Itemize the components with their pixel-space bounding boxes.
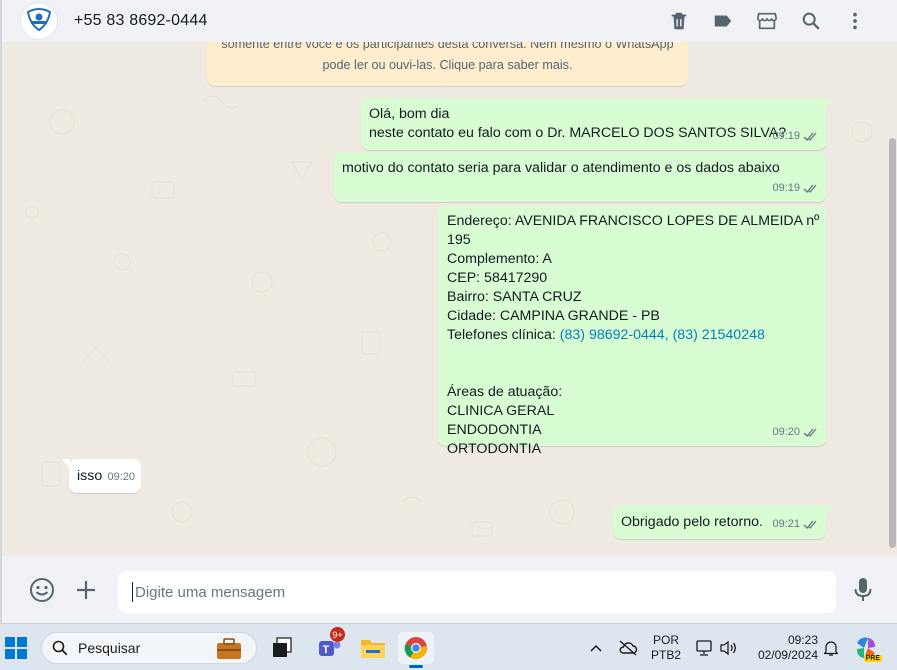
delete-button[interactable] bbox=[657, 0, 701, 42]
message-input[interactable]: Digite uma mensagem bbox=[118, 571, 836, 613]
chat-header[interactable]: +55 83 8692-0444 bbox=[0, 0, 897, 42]
cloud-off-icon bbox=[619, 640, 638, 656]
chrome-icon bbox=[404, 637, 427, 660]
message-bubble[interactable]: motivo do contato seria para validar o a… bbox=[334, 152, 826, 202]
input-language-indicator[interactable]: POR PTB2 bbox=[648, 633, 684, 663]
message-time: 09:19 bbox=[772, 182, 800, 194]
plus-icon bbox=[77, 581, 95, 599]
dental-logo-icon bbox=[26, 8, 52, 32]
svg-text:T: T bbox=[323, 644, 330, 656]
taskbar-app-chrome[interactable] bbox=[398, 632, 434, 668]
taskbar-app-file-explorer[interactable] bbox=[358, 632, 388, 664]
contact-name[interactable]: +55 83 8692-0444 bbox=[74, 12, 208, 30]
clock-date: 02/09/2024 bbox=[757, 648, 818, 662]
keyboard-layout: PTB2 bbox=[650, 648, 681, 662]
message-bubble[interactable]: Obrigado pelo retorno. 09:21 bbox=[613, 505, 833, 539]
copilot-preview-badge: PRE bbox=[863, 655, 882, 662]
notice-line-1: somente entre você e os participantes de… bbox=[221, 42, 674, 51]
message-text: Bairro: SANTA CRUZ bbox=[447, 289, 582, 305]
message-text: Complemento: A bbox=[447, 251, 552, 267]
search-icon bbox=[802, 12, 820, 30]
speaker-icon bbox=[720, 640, 736, 656]
store-icon bbox=[757, 12, 777, 30]
message-text: CEP: 58417290 bbox=[447, 270, 548, 286]
message-time: 09:19 bbox=[772, 130, 800, 142]
message-text: ORTODONTIA bbox=[447, 441, 542, 457]
message-time: 09:21 bbox=[772, 518, 800, 530]
message-list[interactable]: somente entre você e os participantes de… bbox=[0, 42, 897, 556]
contact-avatar[interactable] bbox=[20, 2, 58, 40]
network-button[interactable] bbox=[694, 632, 714, 664]
taskbar-app-task-view[interactable] bbox=[268, 632, 296, 664]
clock-time: 09:23 bbox=[787, 633, 818, 647]
teams-notification-badge: 9+ bbox=[330, 627, 345, 642]
message-text: motivo do contato seria para validar o a… bbox=[342, 160, 780, 176]
folder-icon bbox=[361, 640, 385, 658]
copilot-button[interactable]: PRE bbox=[852, 632, 882, 664]
chat-scrollbar[interactable] bbox=[889, 138, 896, 548]
windows-taskbar: Pesquisar T POR PTB2 09:23 02/09/2024 PR… bbox=[0, 623, 897, 670]
cloud-offline-button[interactable] bbox=[616, 632, 640, 664]
active-app-indicator bbox=[409, 665, 423, 668]
clock[interactable]: 09:23 02/09/2024 bbox=[748, 633, 818, 663]
message-bubble[interactable]: Endereço: AVENIDA FRANCISCO LOPES DE ALM… bbox=[438, 206, 826, 457]
volume-button[interactable] bbox=[718, 632, 738, 664]
menu-icon bbox=[853, 12, 857, 30]
double-check-icon bbox=[803, 520, 817, 529]
attach-button[interactable] bbox=[72, 576, 100, 604]
message-text: Cidade: CAMPINA GRANDE - PB bbox=[447, 308, 660, 324]
message-text: neste contato eu falo com o Dr. MARCELO … bbox=[369, 125, 787, 141]
message-text: Telefones clínica: bbox=[447, 327, 560, 343]
message-time: 09:20 bbox=[772, 426, 800, 438]
phone-link[interactable]: (83) 98692-0444, (83) 21540248 bbox=[560, 327, 765, 343]
network-icon bbox=[696, 640, 712, 656]
notice-line-2: pode ler ou ouvi-las. Clique para saber … bbox=[322, 58, 573, 72]
menu-button[interactable] bbox=[833, 0, 877, 42]
double-check-icon bbox=[803, 132, 817, 141]
windows-icon bbox=[5, 637, 27, 659]
language-code: POR bbox=[652, 633, 679, 647]
message-text: ENDODONTIA bbox=[447, 422, 542, 438]
search-icon bbox=[52, 640, 68, 656]
task-view-icon bbox=[273, 637, 292, 657]
label-icon bbox=[714, 15, 732, 27]
search-label: Pesquisar bbox=[78, 640, 141, 656]
emoji-icon bbox=[30, 578, 54, 602]
double-check-icon bbox=[803, 428, 817, 437]
chevron-up-icon bbox=[590, 644, 602, 652]
message-text: Olá, bom dia bbox=[369, 106, 450, 122]
search-button[interactable] bbox=[789, 0, 833, 42]
message-bubble[interactable]: isso 09:20 bbox=[62, 459, 141, 493]
show-hidden-icons-button[interactable] bbox=[586, 632, 606, 664]
start-button[interactable] bbox=[4, 632, 28, 664]
message-text: Endereço: AVENIDA FRANCISCO LOPES DE ALM… bbox=[447, 213, 820, 248]
label-button[interactable] bbox=[701, 0, 745, 42]
double-check-icon bbox=[803, 184, 817, 193]
encryption-notice[interactable]: somente entre você e os participantes de… bbox=[207, 42, 688, 86]
emoji-button[interactable] bbox=[28, 576, 56, 604]
message-input-placeholder: Digite uma mensagem bbox=[135, 583, 286, 601]
message-text: Áreas de atuação: bbox=[447, 384, 563, 400]
notifications-button[interactable] bbox=[822, 632, 840, 664]
composer: Digite uma mensagem bbox=[0, 556, 897, 623]
message-time: 09:20 bbox=[107, 471, 135, 483]
microphone-icon bbox=[854, 578, 872, 601]
message-bubble[interactable]: Olá, bom dia neste contato eu falo com o… bbox=[361, 98, 833, 150]
voice-message-button[interactable] bbox=[849, 576, 877, 604]
store-button[interactable] bbox=[745, 0, 789, 42]
taskbar-search[interactable]: Pesquisar bbox=[41, 632, 257, 664]
message-text: CLINICA GERAL bbox=[447, 403, 555, 419]
bell-icon bbox=[824, 641, 838, 656]
delete-icon bbox=[671, 12, 687, 30]
briefcase-icon bbox=[217, 638, 241, 659]
text-caret bbox=[132, 582, 133, 602]
